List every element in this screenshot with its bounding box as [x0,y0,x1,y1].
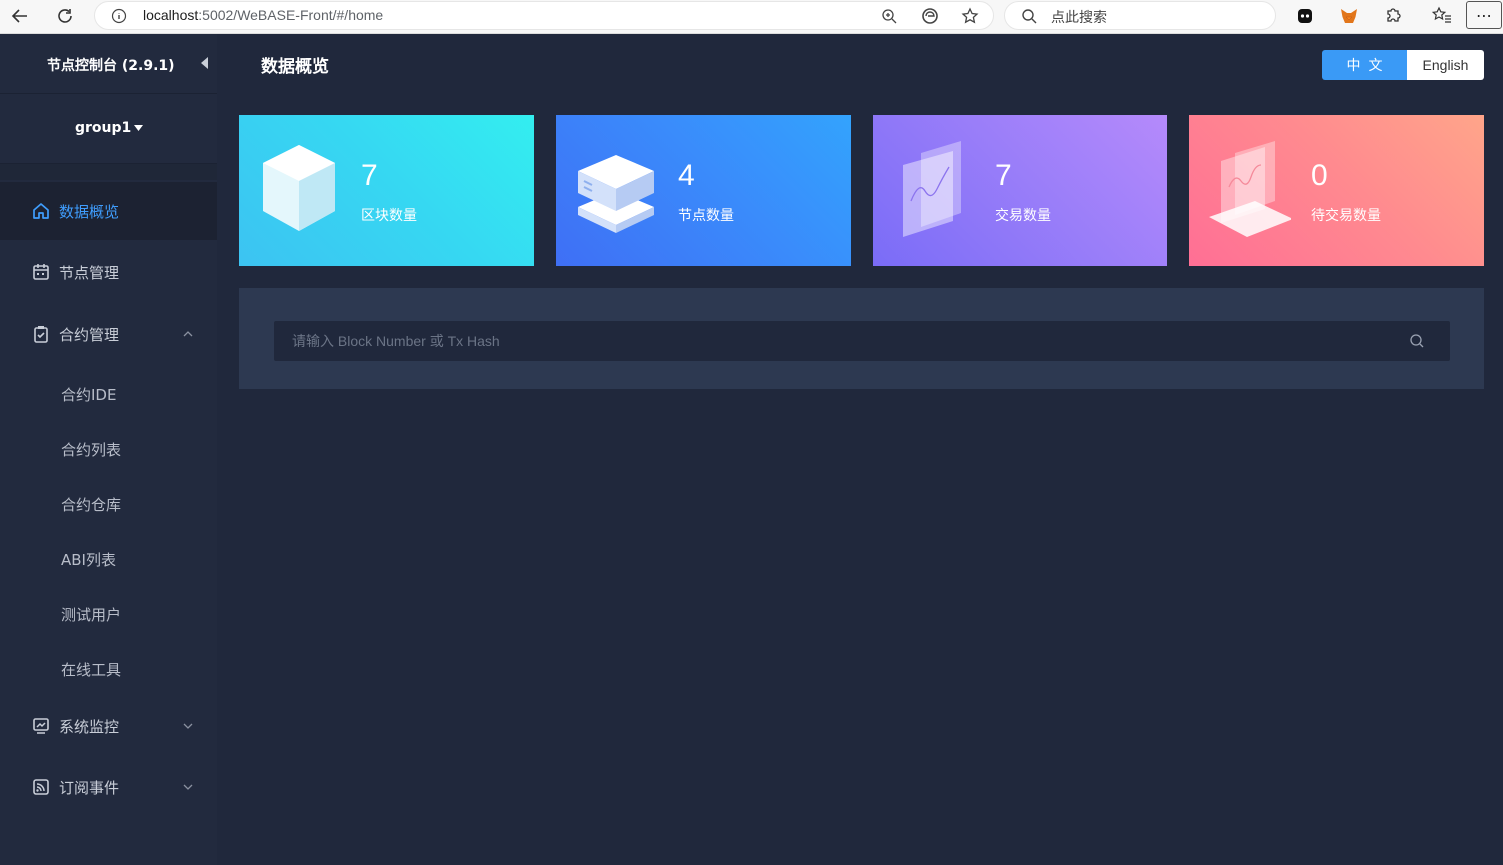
stat-label-transactions: 交易数量 [995,208,1051,224]
stat-value-nodes: 4 [678,159,695,192]
server-stack-icon [578,155,654,233]
block-tx-search-input[interactable] [274,321,1450,361]
lang-en-button[interactable]: English [1407,50,1484,80]
sub-label-test-users: 测试用户 [61,605,122,624]
stat-label-nodes: 节点数量 [678,208,734,224]
nav-item-system-monitor[interactable]: 系统监控 [0,697,217,755]
nav-label-system-monitor: 系统监控 [59,717,120,736]
nav-item-event-subscription[interactable]: 订阅事件 [0,758,217,816]
metamask-fox-icon[interactable] [1339,6,1359,26]
url-path: :5002/WeBASE-Front/#/home [198,7,384,23]
sidebar: 节点控制台 (2.9.1) group1 数据概览 节点管理 合约管理 合约ID… [0,34,217,865]
home-icon [33,203,49,219]
stat-value-transactions: 7 [995,159,1012,192]
cube-icon [263,145,335,231]
extension-ghost-icon[interactable] [1296,7,1314,25]
nav-item-overview[interactable]: 数据概览 [0,182,217,240]
collapse-sidebar-icon[interactable] [198,55,212,71]
sub-item-contract-list[interactable]: 合约列表 [0,427,217,471]
back-button[interactable] [6,3,34,29]
group-name: group1 [75,120,132,136]
zoom-icon[interactable] [881,8,897,24]
search-icon [1022,9,1037,24]
nav-label-node-management: 节点管理 [59,263,120,282]
stat-label-blocks: 区块数量 [361,208,417,224]
group-selector-row: group1 [0,94,217,164]
clipboard-check-icon [34,326,48,343]
sub-label-contract-ide: 合约IDE [61,385,117,404]
address-bar[interactable]: localhost:5002/WeBASE-Front/#/home [94,1,994,30]
sub-label-contract-repo: 合约仓库 [61,495,122,514]
sub-item-abi-list[interactable]: ABI列表 [0,537,217,581]
nav-label-event-subscription: 订阅事件 [59,778,120,797]
sub-label-contract-list: 合约列表 [61,440,122,459]
search-panel [239,288,1484,389]
favorites-list-icon[interactable] [1432,6,1452,24]
nav-item-contract-management[interactable]: 合约管理 [0,305,217,363]
sub-label-abi-list: ABI列表 [61,550,116,569]
monitor-chart-icon [33,718,49,734]
chevron-down-icon [183,784,193,790]
edge-icon[interactable] [921,7,939,25]
lang-zh-button[interactable]: 中文 [1322,50,1407,80]
refresh-icon [58,9,72,23]
extensions-puzzle-icon[interactable] [1384,6,1402,24]
pending-panel-icon [1209,141,1291,237]
favorite-star-icon[interactable] [961,7,979,25]
browser-toolbar: localhost:5002/WeBASE-Front/#/home 点此搜索 … [0,0,1503,34]
nav-item-node-management[interactable]: 节点管理 [0,243,217,301]
arrow-left-icon [11,9,27,23]
chart-panel-icon [903,141,961,237]
more-dots-icon: ⋯ [1476,5,1492,25]
browser-search-placeholder: 点此搜索 [1051,9,1107,25]
calendar-icon [33,264,49,280]
page-title: 数据概览 [261,57,329,77]
reload-button[interactable] [51,3,79,29]
stat-card-transactions[interactable]: 7 交易数量 [873,115,1167,266]
url-host: localhost [143,7,199,23]
url-text: localhost:5002/WeBASE-Front/#/home [143,7,383,23]
browser-search-box[interactable]: 点此搜索 [1004,1,1276,30]
browser-menu-button[interactable]: ⋯ [1466,1,1502,29]
group-selector[interactable]: group1 [75,120,144,136]
sub-item-online-tools[interactable]: 在线工具 [0,647,217,691]
chevron-down-icon [183,723,193,729]
sub-item-contract-repo[interactable]: 合约仓库 [0,482,217,526]
stat-card-nodes[interactable]: 4 节点数量 [556,115,851,266]
caret-down-icon [134,125,144,131]
nav-label-contract-management: 合约管理 [59,325,120,344]
stat-value-pending: 0 [1311,159,1328,192]
sub-item-contract-ide[interactable]: 合约IDE [0,372,217,416]
language-switch: 中文 English [1322,50,1484,80]
stat-label-pending: 待交易数量 [1311,208,1381,224]
stat-value-blocks: 7 [361,159,378,192]
stat-card-pending[interactable]: 0 待交易数量 [1189,115,1484,266]
stat-card-blocks[interactable]: 7 区块数量 [239,115,534,266]
sub-label-online-tools: 在线工具 [61,660,122,679]
nav-label-overview: 数据概览 [59,202,120,221]
app-title: 节点控制台 (2.9.1) [47,58,175,74]
chevron-up-icon [183,331,193,337]
sub-item-test-users[interactable]: 测试用户 [0,592,217,636]
search-icon[interactable] [1409,333,1425,349]
sidebar-divider [0,164,217,180]
sidebar-header: 节点控制台 (2.9.1) [0,34,217,94]
info-icon [111,8,127,24]
rss-icon [33,779,49,795]
